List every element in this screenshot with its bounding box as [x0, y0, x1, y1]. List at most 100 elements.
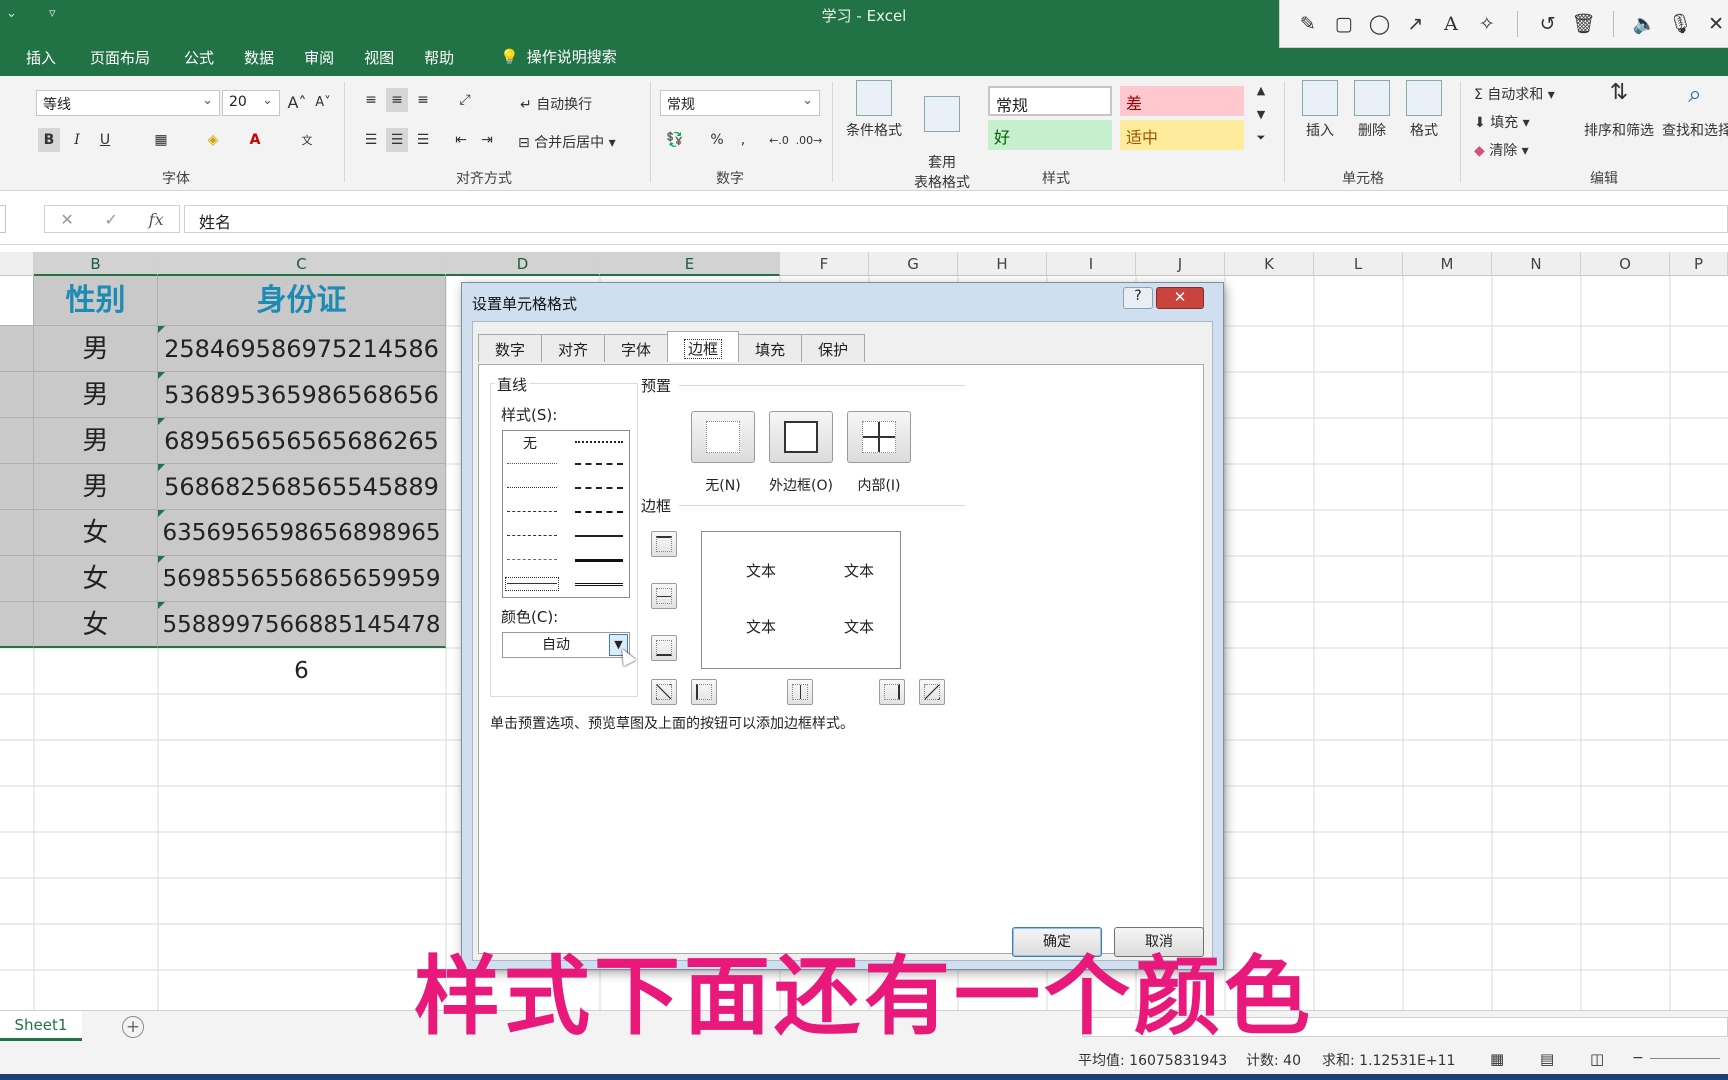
cell-gender[interactable]: 男: [34, 418, 158, 464]
tab-number[interactable]: 数字: [478, 334, 543, 362]
style-normal[interactable]: 常规: [988, 86, 1112, 116]
column-header[interactable]: M: [1403, 252, 1492, 276]
styles-scroll-down-icon[interactable]: ▼: [1250, 102, 1272, 126]
cell-id[interactable]: 258469586975214586​9: [158, 326, 446, 409]
tab-border[interactable]: 边框: [667, 331, 740, 362]
circle-icon[interactable]: ◯: [1368, 12, 1392, 36]
text-icon[interactable]: A: [1439, 12, 1463, 36]
border-center-button[interactable]: [787, 679, 813, 705]
page-break-view-icon[interactable]: ◫: [1590, 1050, 1604, 1068]
line-style[interactable]: [575, 441, 623, 443]
zoom-slider[interactable]: [1650, 1058, 1720, 1059]
column-header[interactable]: F: [780, 252, 869, 276]
zoom-out-icon[interactable]: −: [1632, 1050, 1644, 1066]
arrow-icon[interactable]: ↗: [1403, 12, 1427, 36]
underline-button[interactable]: U: [94, 128, 116, 152]
line-style[interactable]: [507, 463, 557, 464]
format-cells-button[interactable]: 格式: [1394, 80, 1454, 140]
cell-name-header-partial[interactable]: [0, 276, 34, 326]
clear-button[interactable]: ◆ 清除 ▾: [1474, 140, 1529, 160]
tab-help[interactable]: 帮助: [424, 40, 454, 74]
border-top-button[interactable]: [651, 531, 677, 557]
align-bottom-icon[interactable]: ≡: [412, 88, 434, 112]
column-header[interactable]: O: [1581, 252, 1670, 276]
line-style[interactable]: [575, 487, 623, 489]
cell[interactable]: [0, 418, 34, 464]
name-box[interactable]: [0, 205, 6, 233]
rectangle-icon[interactable]: ▢: [1332, 12, 1356, 36]
help-button[interactable]: ?: [1123, 287, 1153, 309]
cell[interactable]: [0, 602, 34, 648]
line-style[interactable]: [507, 583, 557, 584]
format-as-table-button[interactable]: 套用 表格格式: [912, 80, 972, 192]
column-header-a[interactable]: [0, 252, 34, 276]
tab-formulas[interactable]: 公式: [184, 40, 214, 74]
cell-id[interactable]: 6356956598656898965​4: [158, 510, 446, 592]
border-bottom-button[interactable]: [651, 635, 677, 661]
cancel-icon[interactable]: ✕: [60, 210, 73, 229]
dialog-close-button[interactable]: ✕: [1156, 287, 1204, 309]
column-header[interactable]: E: [600, 252, 780, 276]
undo-icon[interactable]: ↺: [1536, 12, 1560, 36]
font-size-combo[interactable]: 20 ⌄: [222, 90, 280, 116]
cell-id[interactable]: 5698556556865659959​2: [158, 556, 446, 638]
cell-id[interactable]: 5588997566885145478​6: [158, 602, 446, 684]
orientation-icon[interactable]: ⤢: [454, 88, 476, 112]
decrease-decimal-button[interactable]: .00→: [796, 128, 823, 152]
column-header[interactable]: H: [958, 252, 1047, 276]
column-header[interactable]: I: [1047, 252, 1136, 276]
font-shrink-button[interactable]: A ˅: [312, 90, 334, 114]
line-style[interactable]: [575, 583, 623, 586]
tab-data[interactable]: 数据: [244, 40, 274, 74]
column-header[interactable]: B: [34, 252, 158, 276]
normal-view-icon[interactable]: ▦: [1490, 1050, 1504, 1068]
line-style-list[interactable]: 无: [502, 430, 630, 598]
cell[interactable]: [0, 556, 34, 602]
styles-scroll-up-icon[interactable]: ▲: [1250, 78, 1272, 102]
find-select-button[interactable]: ⌕ 查找和选择: [1662, 80, 1728, 140]
delete-cells-button[interactable]: 删除: [1342, 80, 1402, 140]
line-style[interactable]: [575, 511, 623, 513]
conditional-formatting-button[interactable]: 条件格式: [844, 80, 904, 140]
border-right-button[interactable]: [879, 679, 905, 705]
tab-alignment[interactable]: 对齐: [541, 334, 606, 362]
align-middle-icon[interactable]: ≡: [386, 88, 408, 112]
cell-gender[interactable]: 男: [34, 372, 158, 418]
style-bad[interactable]: 差: [1120, 86, 1244, 116]
preset-inside-button[interactable]: [847, 411, 911, 463]
fill-button[interactable]: ⬇ 填充 ▾: [1474, 112, 1530, 132]
increase-indent-icon[interactable]: ⇥: [476, 128, 498, 152]
borders-icon[interactable]: ▦: [150, 128, 172, 152]
line-style[interactable]: [507, 511, 557, 512]
page-layout-view-icon[interactable]: ▤: [1540, 1050, 1554, 1068]
font-name-combo[interactable]: 等线 ⌄: [36, 90, 220, 116]
column-header[interactable]: K: [1225, 252, 1314, 276]
line-style-none[interactable]: 无: [523, 433, 537, 453]
border-preview[interactable]: 文本 文本 文本 文本: [701, 531, 901, 669]
column-header[interactable]: G: [869, 252, 958, 276]
style-neutral[interactable]: 适中: [1120, 120, 1244, 150]
line-style[interactable]: [575, 463, 623, 465]
trash-icon[interactable]: 🗑: [1571, 12, 1595, 36]
line-style[interactable]: [575, 559, 623, 562]
cell[interactable]: [0, 464, 34, 510]
check-icon[interactable]: ✓: [105, 210, 118, 229]
font-color-icon[interactable]: A: [244, 128, 266, 152]
cell-id[interactable]: 689565656565686265​9: [158, 418, 446, 501]
border-diagonal-up-button[interactable]: [651, 679, 677, 705]
fill-color-icon[interactable]: ◈: [202, 128, 224, 152]
preset-outline-button[interactable]: [769, 411, 833, 463]
cell-gender[interactable]: 男: [34, 464, 158, 510]
border-diagonal-down-button[interactable]: [919, 679, 945, 705]
align-top-icon[interactable]: ≡: [360, 88, 382, 112]
merge-center-button[interactable]: ⊟ 合并后居中 ▾: [518, 132, 616, 152]
align-left-icon[interactable]: ☰: [360, 128, 382, 152]
line-style[interactable]: [507, 535, 557, 536]
sort-filter-button[interactable]: ⇅ 排序和筛选: [1580, 80, 1658, 140]
tab-insert[interactable]: 插入: [26, 40, 56, 74]
cell-gender[interactable]: 女: [34, 602, 158, 648]
increase-decimal-button[interactable]: ←.0: [768, 128, 790, 152]
insert-function-button[interactable]: fx: [149, 210, 164, 229]
cell-id[interactable]: 536895365986568656​7: [158, 372, 446, 455]
column-header[interactable]: L: [1314, 252, 1403, 276]
